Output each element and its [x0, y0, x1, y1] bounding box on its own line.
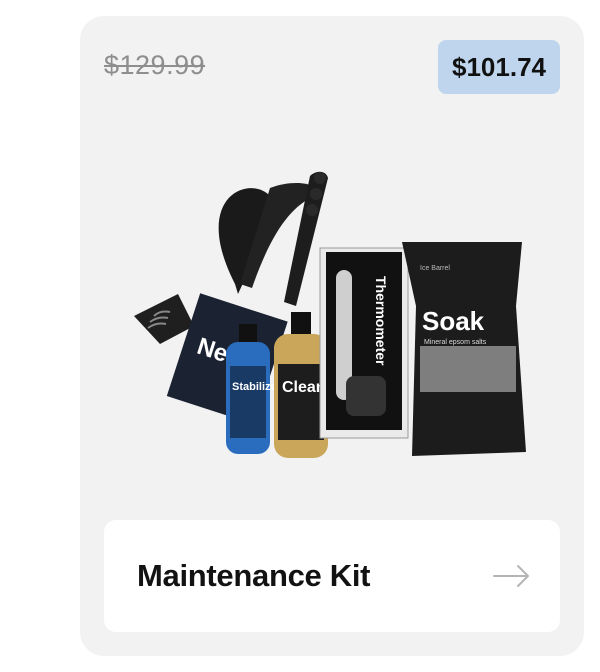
soak-label: Soak [422, 306, 485, 336]
arrow-right-icon[interactable] [490, 556, 534, 596]
product-name-bar[interactable]: Maintenance Kit [104, 520, 560, 632]
soak-bag-illustration: Soak Mineral epsom salts Ice Barrel [402, 242, 526, 456]
product-image: Net Stabilize Clean Thermometer Soak Min… [134, 171, 526, 458]
soak-subtitle: Mineral epsom salts [424, 339, 487, 346]
thermometer-label: Thermometer [373, 276, 389, 366]
brand-label: Ice Barrel [420, 265, 450, 272]
product-card[interactable]: $129.99 $101.74 Net Stabilize Clean Ther… [80, 16, 584, 656]
original-price: $129.99 [104, 50, 206, 80]
thermometer-package-illustration: Thermometer [319, 247, 409, 439]
product-name: Maintenance Kit [137, 558, 371, 593]
stabilize-label: Stabilize [232, 381, 277, 393]
clean-label: Clean [282, 379, 326, 396]
sale-price-badge: $101.74 [438, 40, 560, 94]
